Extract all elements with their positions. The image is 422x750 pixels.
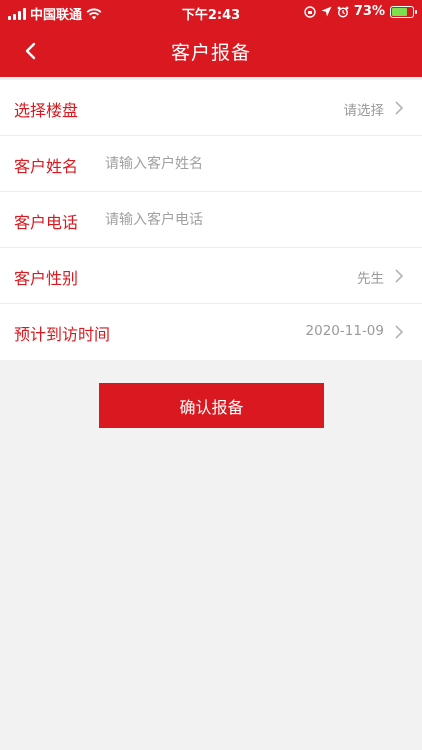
- building-select-row[interactable]: 选择楼盘 请选择: [0, 80, 422, 136]
- customer-name-row: 客户姓名: [0, 136, 422, 192]
- confirm-report-button[interactable]: 确认报备: [99, 383, 324, 428]
- gender-select-row[interactable]: 客户性别 先生: [0, 248, 422, 304]
- nav-bar: 客户报备: [0, 26, 422, 76]
- battery-level: [392, 7, 407, 16]
- chevron-right-icon: [395, 101, 404, 115]
- visit-time-value: 2020-11-09: [305, 323, 384, 339]
- customer-phone-row: 客户电话: [0, 192, 422, 248]
- customer-name-input[interactable]: [105, 150, 395, 178]
- visit-time-row[interactable]: 预计到访时间 2020-11-09: [0, 304, 422, 360]
- battery-percent: 73%: [353, 4, 385, 19]
- gender-value: 先生: [357, 271, 384, 287]
- report-form: 选择楼盘 请选择 客户姓名 客户电话 客户性别 先生 预计到访时间 2020-1…: [0, 80, 422, 360]
- chevron-right-icon: [395, 325, 404, 339]
- building-label: 选择楼盘: [14, 101, 79, 120]
- gender-label: 客户性别: [14, 269, 79, 288]
- page-title: 客户报备: [170, 42, 251, 64]
- location-icon: [321, 6, 332, 17]
- orientation-lock-icon: [304, 5, 316, 18]
- app-header: 中国联通 下午2:43 73% 客户报备: [0, 0, 422, 77]
- alarm-icon: [337, 6, 349, 18]
- building-value: 请选择: [343, 103, 385, 119]
- visit-time-label: 预计到访时间: [14, 325, 111, 344]
- battery-icon: [390, 5, 417, 18]
- customer-phone-input[interactable]: [105, 206, 395, 234]
- status-right: 73%: [304, 4, 417, 19]
- customer-phone-label: 客户电话: [14, 213, 79, 232]
- chevron-right-icon: [395, 269, 404, 283]
- customer-name-label: 客户姓名: [14, 157, 79, 176]
- status-bar: 中国联通 下午2:43 73%: [0, 0, 422, 24]
